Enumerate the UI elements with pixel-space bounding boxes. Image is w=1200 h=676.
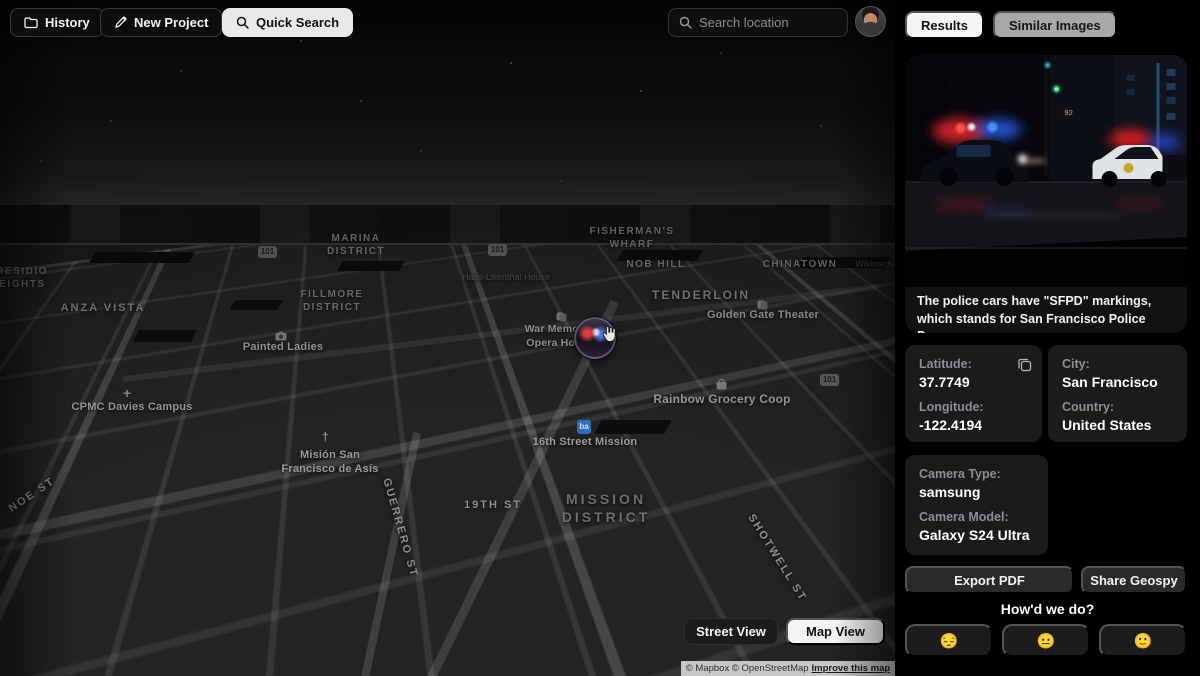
map-label-16th-street-mission: 16th Street Mission: [533, 435, 638, 449]
search-location-box: [668, 8, 848, 37]
camera-type-label: Camera Type:: [919, 467, 1034, 481]
map-canvas[interactable]: PRESIDIO HEIGHTS ANZA VISTA FILLMORE DIS…: [0, 0, 895, 676]
hand-cursor-icon: [601, 324, 618, 344]
country-label: Country:: [1062, 400, 1173, 414]
street-view-button[interactable]: Street View: [684, 618, 778, 645]
quick-search-label: Quick Search: [256, 15, 339, 30]
feedback-neutral-button[interactable]: 😐: [1002, 624, 1090, 657]
improve-this-map-link[interactable]: Improve this map: [812, 663, 891, 674]
svg-text:92: 92: [1065, 110, 1073, 118]
camera-model-label: Camera Model:: [919, 510, 1034, 524]
map-building-block: [594, 420, 671, 434]
theater-icon: [757, 300, 768, 310]
latitude-value: 37.7749: [919, 374, 1028, 390]
mapbox-logo-text: mapbox: [32, 653, 82, 668]
longitude-value: -122.4194: [919, 417, 1028, 433]
copy-coordinates-icon[interactable]: [1017, 357, 1032, 372]
panel-tabs: Results Similar Images: [905, 11, 1117, 39]
map-label-presidio-heights: PRESIDIO HEIGHTS: [0, 265, 48, 291]
highway-101-shield: 101: [258, 246, 277, 258]
map-label-fishermans-wharf: FISHERMAN'S WHARF: [590, 225, 675, 251]
mapbox-logo-icon: [9, 651, 27, 669]
city-value: San Francisco: [1062, 374, 1173, 390]
highway-101-shield: 101: [488, 244, 507, 256]
geospy-app: PRESIDIO HEIGHTS ANZA VISTA FILLMORE DIS…: [0, 0, 1200, 676]
happy-emoji-icon: 🙂: [1134, 632, 1153, 650]
result-caption: The police cars have "SFPD" markings, wh…: [905, 287, 1187, 333]
search-icon: [679, 16, 692, 29]
map-label-golden-gate-theater: Golden Gate Theater: [707, 308, 819, 322]
sad-emoji-icon: 😔: [940, 632, 959, 650]
user-avatar[interactable]: [855, 6, 886, 37]
grocery-icon: [716, 379, 727, 390]
coordinates-card: Latitude: 37.7749 Longitude: -122.4194: [905, 345, 1042, 442]
map-label-rainbow-grocery-coop: Rainbow Grocery Coop: [653, 392, 790, 408]
map-attribution: © Mapbox © OpenStreetMap Improve this ma…: [681, 661, 895, 676]
map-label-nob-hill: NOB HILL: [626, 258, 685, 271]
police-scene-photo: 92: [905, 55, 1187, 287]
map-label-painted-ladies: Painted Ladies: [243, 340, 323, 354]
export-pdf-button[interactable]: Export PDF: [905, 566, 1074, 594]
map-label-chinatown: CHINATOWN: [763, 258, 838, 271]
new-project-label: New Project: [134, 15, 208, 30]
map-building-block: [133, 330, 197, 342]
map-label-fillmore-district: FILLMORE DISTRICT: [300, 288, 363, 314]
longitude-label: Longitude:: [919, 400, 1028, 414]
hospital-cross-icon: +: [123, 385, 131, 401]
camera-type-value: samsung: [919, 484, 1034, 500]
result-image-card[interactable]: 92: [905, 55, 1187, 333]
top-toolbar: History New Project Quick Search: [0, 0, 895, 44]
map-building-block: [89, 252, 195, 263]
feedback-question: How'd we do?: [895, 601, 1200, 617]
mapbox-logo: mapbox: [9, 651, 82, 669]
folder-icon: [24, 17, 38, 29]
attribution-text: © Mapbox © OpenStreetMap: [686, 663, 809, 674]
search-location-input[interactable]: [699, 15, 837, 30]
camera-icon: [275, 331, 287, 341]
tab-results[interactable]: Results: [905, 11, 984, 39]
camera-model-value: Galaxy S24 Ultra: [919, 527, 1034, 543]
feedback-sad-button[interactable]: 😔: [905, 624, 993, 657]
city-label: City:: [1062, 357, 1173, 371]
map-horizon-buildings: [0, 205, 895, 243]
pencil-icon: [114, 16, 127, 29]
tab-similar-images[interactable]: Similar Images: [993, 11, 1117, 39]
camera-card: Camera Type: samsung Camera Model: Galax…: [905, 455, 1048, 555]
country-value: United States: [1062, 417, 1173, 433]
neutral-emoji-icon: 😐: [1037, 632, 1056, 650]
church-cross-icon: †: [322, 430, 329, 444]
new-project-button[interactable]: New Project: [100, 8, 222, 37]
map-view-button[interactable]: Map View: [786, 618, 885, 645]
map-label-mission-district: MISSION DISTRICT: [562, 490, 651, 526]
map-label-tenderloin: TENDERLOIN: [652, 288, 750, 304]
map-label-haas-lilienthal-house: Haas-Lilienthal House: [462, 272, 550, 284]
map-label-marina-district: MARINA DISTRICT: [327, 232, 385, 258]
quick-search-button[interactable]: Quick Search: [222, 8, 353, 37]
map-building-block: [337, 261, 404, 271]
map-label-cpmc-davies-campus: CPMC Davies Campus: [72, 400, 193, 414]
search-icon: [236, 16, 249, 29]
place-card: City: San Francisco Country: United Stat…: [1048, 345, 1187, 442]
map-label-19th-st: 19TH ST: [464, 498, 522, 512]
map-building-block: [229, 300, 282, 310]
bart-station-icon: ba: [577, 420, 591, 434]
map-label-anza-vista: ANZA VISTA: [61, 301, 146, 315]
theater-icon: [556, 312, 567, 322]
map-label-wikimedia: Wikimedia: [855, 259, 895, 271]
share-geospy-button[interactable]: Share Geospy: [1081, 566, 1187, 594]
history-label: History: [45, 15, 90, 30]
history-button[interactable]: History: [10, 8, 104, 37]
map-label-mision-san-francisco: Misión San Francisco de Asís: [281, 448, 378, 477]
latitude-label: Latitude:: [919, 357, 1028, 371]
feedback-happy-button[interactable]: 🙂: [1099, 624, 1187, 657]
highway-101-shield: 101: [820, 374, 839, 386]
results-panel: Results Similar Images: [895, 0, 1200, 676]
feedback-emoji-row: 😔 😐 🙂: [905, 624, 1187, 657]
